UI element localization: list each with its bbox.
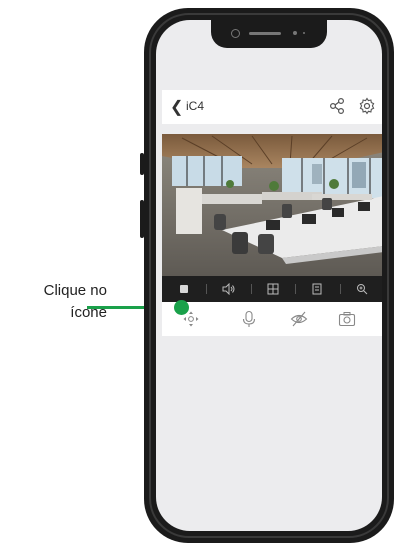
app-header: ❮ iC4 xyxy=(162,90,382,124)
phone-frame: ❮ iC4 xyxy=(140,8,394,543)
storage-icon xyxy=(312,283,322,295)
gear-icon[interactable] xyxy=(358,97,376,115)
split-view-icon xyxy=(267,283,279,295)
volume-icon xyxy=(222,283,235,295)
phone-notch xyxy=(211,20,327,48)
camera-live-view[interactable] xyxy=(162,134,382,276)
zoom-icon xyxy=(356,284,368,295)
phone-side-button xyxy=(140,200,144,238)
stop-button[interactable] xyxy=(162,276,206,302)
camera-controls xyxy=(162,302,382,336)
video-toolbar xyxy=(162,276,382,302)
privacy-eye-off-icon[interactable] xyxy=(290,310,308,328)
phone-side-button xyxy=(140,153,144,175)
camera-snapshot-icon[interactable] xyxy=(338,310,356,328)
split-view-button[interactable] xyxy=(250,276,295,302)
instruction-callout: Clique no ícone xyxy=(0,280,107,324)
stop-icon xyxy=(180,285,189,293)
zoom-button[interactable] xyxy=(339,276,382,302)
camera-title: iC4 xyxy=(186,99,205,113)
share-icon[interactable] xyxy=(328,97,346,115)
back-chevron-icon[interactable]: ❮ xyxy=(170,97,183,117)
volume-button[interactable] xyxy=(206,276,250,302)
instruction-line-1: Clique no xyxy=(43,282,107,299)
phone-screen: ❮ iC4 xyxy=(156,20,382,531)
office-scene-image xyxy=(162,134,382,276)
callout-marker-dot xyxy=(174,300,189,315)
storage-button[interactable] xyxy=(295,276,339,302)
microphone-icon[interactable] xyxy=(240,310,258,328)
